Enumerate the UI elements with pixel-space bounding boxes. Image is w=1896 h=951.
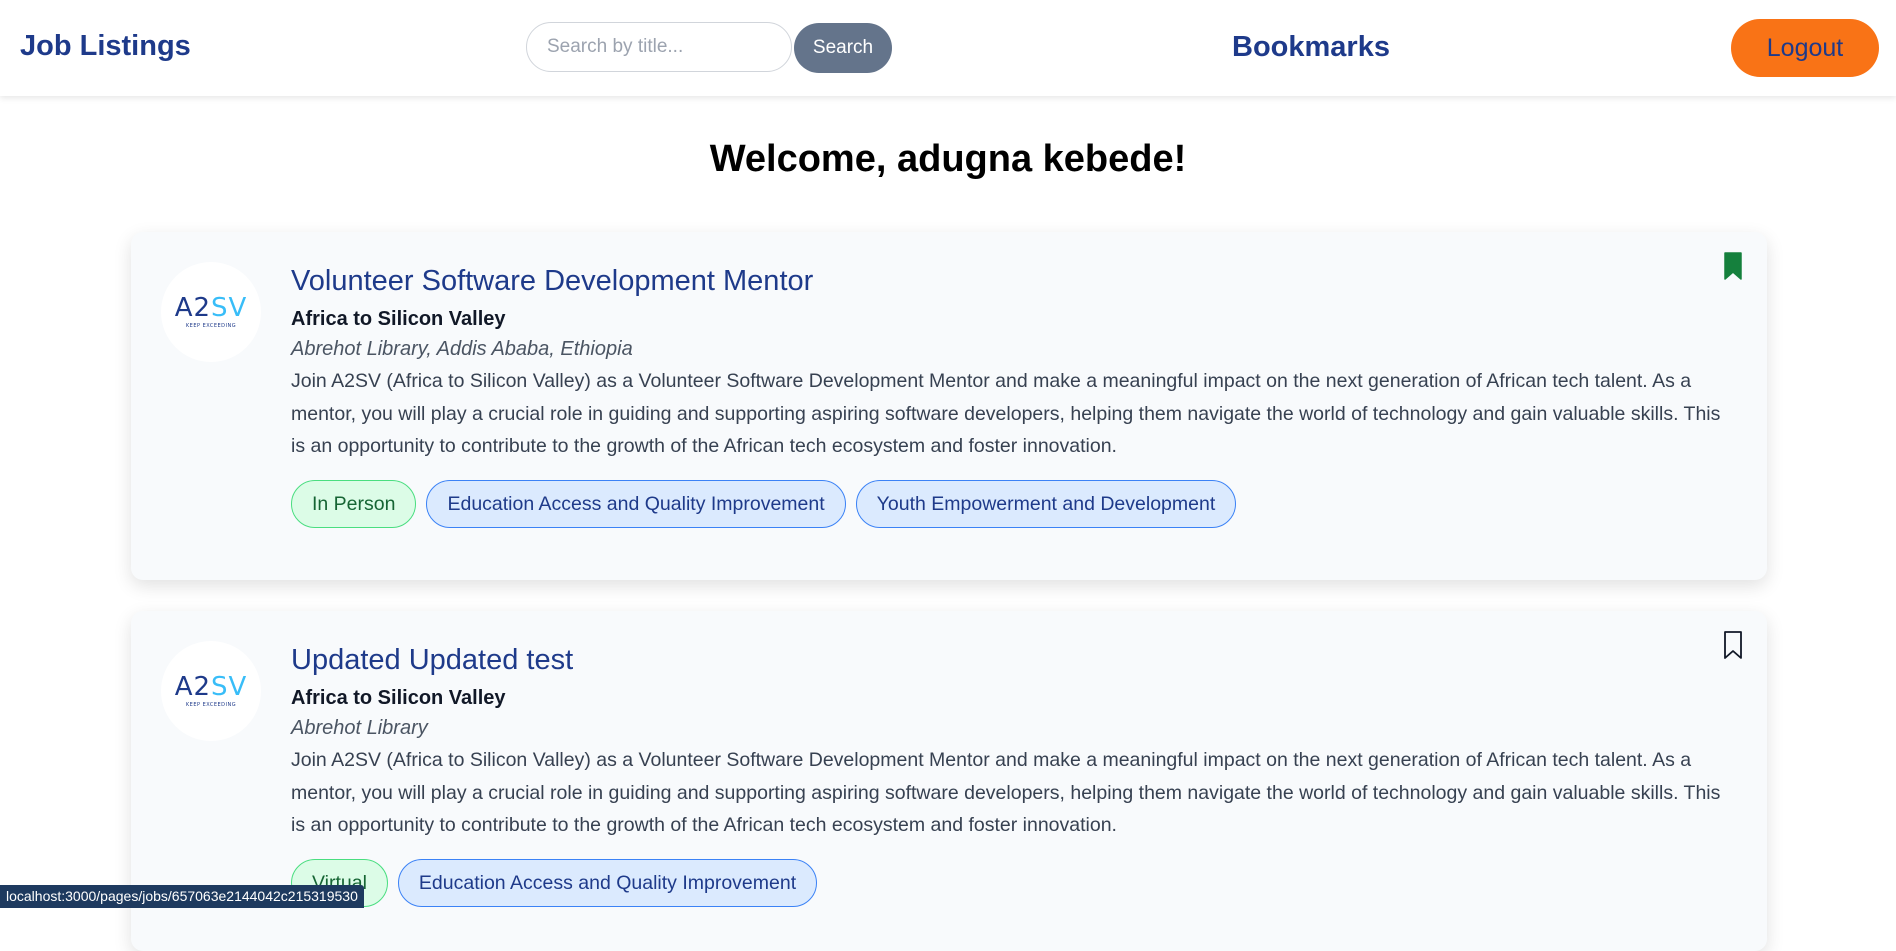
company-logo: A2SV KEEP EXCEEDING: [161, 641, 261, 741]
bookmark-filled-icon[interactable]: [1723, 252, 1743, 280]
job-card[interactable]: A2SV KEEP EXCEEDING Updated Updated test…: [131, 611, 1767, 951]
search-button[interactable]: Search: [794, 23, 892, 73]
logo-wordmark: A2SV: [174, 672, 248, 702]
job-title[interactable]: Volunteer Software Development Mentor: [291, 265, 813, 298]
job-tags: In Person Education Access and Quality I…: [291, 480, 1237, 528]
company-name: Africa to Silicon Valley: [291, 687, 506, 709]
company-logo: A2SV KEEP EXCEEDING: [161, 262, 261, 362]
job-location: Abrehot Library, Addis Ababa, Ethiopia: [291, 338, 633, 360]
status-bar-url: localhost:3000/pages/jobs/657063e2144042…: [0, 885, 364, 908]
logo-tagline: KEEP EXCEEDING: [185, 702, 237, 708]
tag-category: Education Access and Quality Improvement: [426, 480, 846, 528]
logo-tagline: KEEP EXCEEDING: [185, 323, 237, 329]
search-input[interactable]: [526, 22, 792, 72]
job-location: Abrehot Library: [291, 717, 428, 739]
tag-work-mode: In Person: [291, 480, 417, 528]
job-card[interactable]: A2SV KEEP EXCEEDING Volunteer Software D…: [131, 232, 1767, 580]
job-tags: Virtual Education Access and Quality Imp…: [291, 859, 818, 907]
brand-link[interactable]: Job Listings: [20, 30, 191, 63]
top-navbar: Job Listings Search Bookmarks Logout: [0, 0, 1896, 96]
job-title[interactable]: Updated Updated test: [291, 644, 573, 677]
welcome-heading: Welcome, adugna kebede!: [709, 138, 1187, 180]
bookmarks-link[interactable]: Bookmarks: [1232, 31, 1390, 64]
job-description: Join A2SV (Africa to Silicon Valley) as …: [291, 749, 1721, 836]
job-description: Join A2SV (Africa to Silicon Valley) as …: [291, 370, 1721, 457]
bookmark-outline-icon[interactable]: [1723, 631, 1743, 659]
logo-wordmark: A2SV: [174, 293, 248, 323]
logout-button[interactable]: Logout: [1731, 19, 1879, 77]
tag-category: Education Access and Quality Improvement: [397, 859, 818, 907]
tag-category: Youth Empowerment and Development: [855, 480, 1237, 528]
company-name: Africa to Silicon Valley: [291, 308, 506, 330]
